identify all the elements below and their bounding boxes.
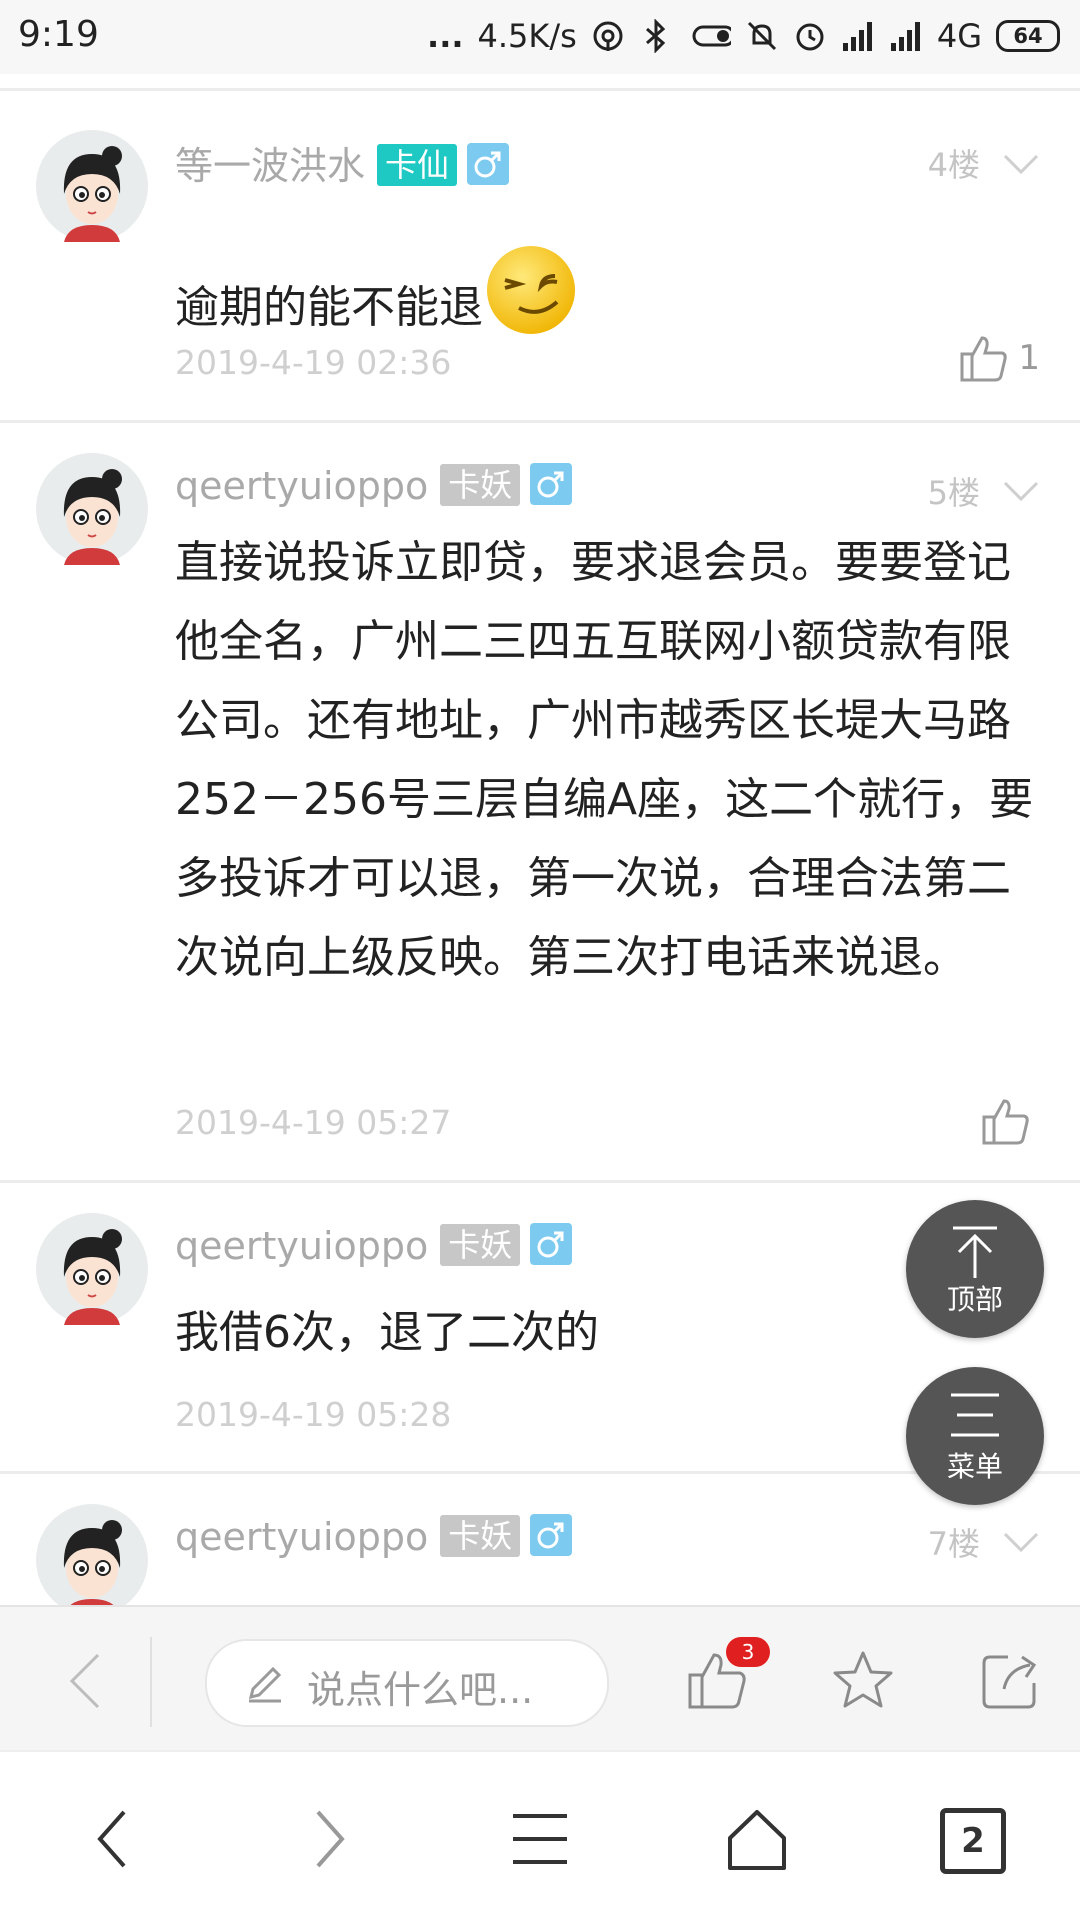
comment-action-bar: 说点什么吧... 3 bbox=[0, 1605, 1080, 1752]
avatar[interactable] bbox=[36, 1213, 149, 1326]
pencil-icon bbox=[248, 1666, 282, 1703]
comment-text: 逾期的能不能退 bbox=[175, 242, 1035, 347]
floor-number: 5楼 bbox=[927, 474, 980, 512]
comment-item: qeertyuioppo 卡妖 5楼 直接说投诉立即贷，要求退会员。要要登记他全名… bbox=[0, 423, 1080, 1183]
username-text[interactable]: qeertyuioppo bbox=[175, 1515, 428, 1559]
male-symbol-icon bbox=[530, 1223, 573, 1265]
comment-text: 直接说投诉立即贷，要求退会员。要要登记他全名，广州二三四五互联网小额贷款有限公司… bbox=[175, 537, 1034, 983]
menu-button[interactable]: 菜单 bbox=[906, 1367, 1044, 1505]
chevron-down-icon[interactable] bbox=[1002, 1530, 1040, 1554]
tabs-button[interactable]: 2 bbox=[940, 1808, 1006, 1874]
signal-icon-2 bbox=[890, 22, 920, 51]
share-icon[interactable] bbox=[980, 1649, 1042, 1711]
like-button[interactable]: 1 bbox=[958, 332, 1040, 384]
comment-item: 等一波洪水 卡仙 4楼 逾期的能不能退 2019-4-19 02:36 1 bbox=[0, 92, 1080, 423]
level-badge: 卡妖 bbox=[440, 1515, 521, 1557]
chevron-down-icon[interactable] bbox=[1002, 152, 1040, 176]
comment-item: qeertyuioppo 卡妖 7楼 bbox=[0, 1474, 1080, 1605]
floor-number: 4楼 bbox=[927, 146, 980, 184]
comment-input[interactable]: 说点什么吧... bbox=[205, 1639, 609, 1727]
forward-icon[interactable] bbox=[292, 1804, 362, 1874]
username-text[interactable]: qeertyuioppo bbox=[175, 464, 428, 508]
like-button[interactable] bbox=[980, 1095, 1040, 1147]
status-dots: ... bbox=[427, 17, 464, 55]
username-text[interactable]: 等一波洪水 bbox=[175, 144, 365, 188]
arrow-up-icon bbox=[953, 1226, 997, 1278]
like-count-badge: 3 bbox=[726, 1637, 770, 1667]
username[interactable]: qeertyuioppo 卡妖 bbox=[175, 1223, 573, 1268]
divider bbox=[150, 1637, 152, 1727]
chevron-down-icon[interactable] bbox=[1002, 479, 1040, 503]
level-badge: 卡妖 bbox=[440, 1224, 521, 1266]
mute-bell-icon bbox=[747, 21, 776, 51]
thumb-up-icon bbox=[982, 1099, 1029, 1145]
divider bbox=[0, 88, 1080, 91]
status-bar: 9:19 ... 4.5K/s 4G 64 bbox=[0, 0, 1080, 74]
male-symbol-icon bbox=[530, 463, 573, 505]
comment-list[interactable]: 等一波洪水 卡仙 4楼 逾期的能不能退 2019-4-19 02:36 1 qee… bbox=[0, 92, 1080, 1605]
back-to-top-button[interactable]: 顶部 bbox=[906, 1200, 1044, 1338]
network-type: 4G bbox=[936, 17, 982, 55]
username[interactable]: qeertyuioppo 卡妖 bbox=[175, 1514, 573, 1559]
comment-time: 2019-4-19 05:27 bbox=[175, 1103, 452, 1142]
username-text[interactable]: qeertyuioppo bbox=[175, 1224, 428, 1268]
signal-icon bbox=[842, 22, 872, 51]
username[interactable]: 等一波洪水 卡仙 bbox=[175, 135, 510, 190]
back-icon[interactable] bbox=[64, 1651, 104, 1711]
back-to-top-label: 顶部 bbox=[946, 1283, 1003, 1316]
smirk-emoji bbox=[487, 246, 575, 334]
avatar[interactable] bbox=[36, 453, 149, 566]
menu-icon[interactable] bbox=[505, 1804, 575, 1874]
toggle-icon bbox=[692, 25, 731, 47]
back-icon[interactable] bbox=[80, 1804, 150, 1874]
thumb-up-icon bbox=[960, 336, 1008, 382]
male-symbol-icon bbox=[530, 1514, 573, 1556]
username[interactable]: qeertyuioppo 卡妖 bbox=[175, 463, 573, 508]
male-symbol-icon bbox=[467, 143, 510, 185]
floor-number: 7楼 bbox=[927, 1525, 980, 1563]
level-badge: 卡仙 bbox=[377, 144, 458, 186]
menu-label: 菜单 bbox=[946, 1450, 1003, 1483]
like-count: 1 bbox=[1018, 338, 1040, 378]
status-time: 9:19 bbox=[18, 14, 99, 55]
battery-indicator: 64 bbox=[996, 20, 1060, 52]
bluetooth-icon bbox=[645, 19, 666, 53]
status-icons: ... 4.5K/s 4G 64 bbox=[427, 12, 1060, 60]
menu-icon bbox=[951, 1393, 999, 1437]
comment-text-content: 逾期的能不能退 bbox=[175, 282, 483, 333]
level-badge: 卡妖 bbox=[440, 464, 521, 506]
avatar[interactable] bbox=[36, 130, 149, 243]
comment-time: 2019-4-19 02:36 bbox=[175, 343, 452, 382]
hotspot-icon bbox=[593, 21, 623, 51]
comment-time: 2019-4-19 05:28 bbox=[175, 1395, 452, 1434]
network-speed: 4.5K/s bbox=[477, 17, 577, 55]
browser-nav-bar: 2 bbox=[0, 1750, 1080, 1922]
comment-input-placeholder: 说点什么吧... bbox=[307, 1668, 534, 1712]
alarm-icon bbox=[796, 23, 824, 51]
home-icon[interactable] bbox=[722, 1804, 792, 1874]
avatar[interactable] bbox=[36, 1504, 149, 1605]
star-icon[interactable] bbox=[832, 1649, 894, 1711]
